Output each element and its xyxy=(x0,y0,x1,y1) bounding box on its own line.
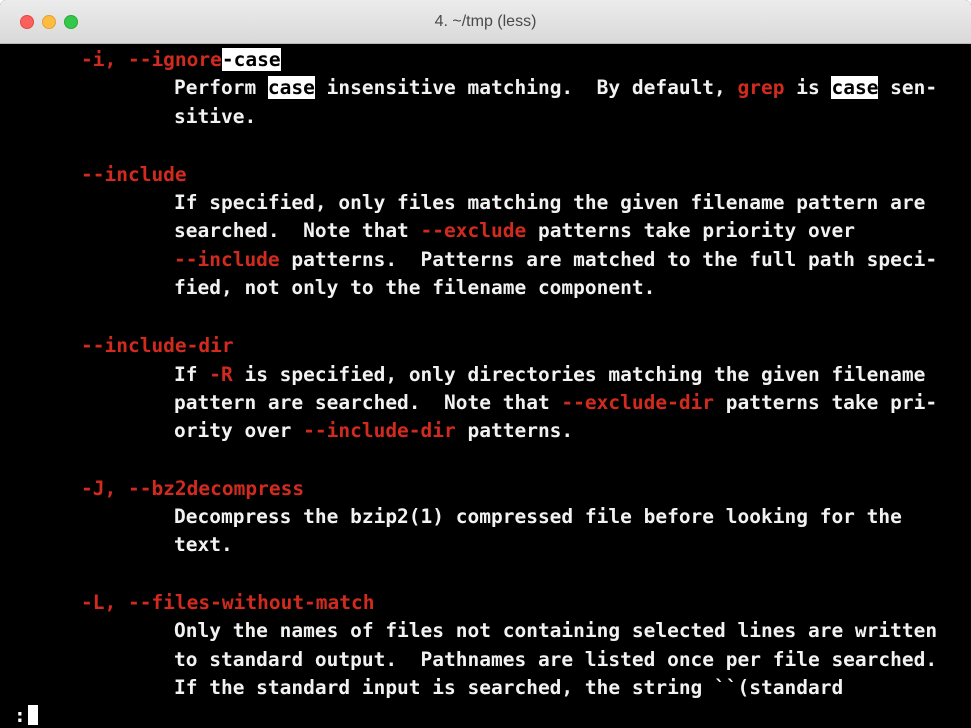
terminal-line: --include-dir xyxy=(81,332,234,360)
option-text: --exclude xyxy=(420,219,527,242)
line-text: Only the names of files not containing s… xyxy=(174,619,938,642)
line-text: If xyxy=(174,363,210,386)
option-text: --include xyxy=(174,248,280,271)
line-text: pattern are searched. Note that xyxy=(174,391,562,414)
terminal-line: Decompress the bzip2(1) compressed file … xyxy=(174,503,902,531)
line-text: patterns. xyxy=(455,419,574,442)
option-text: -L, --files-without-match xyxy=(81,591,375,614)
line-text: sen- xyxy=(878,76,938,99)
search-match: case xyxy=(267,76,315,99)
option-text: -i, --ignore xyxy=(81,48,222,71)
option-text: --include-dir xyxy=(303,419,456,442)
line-text: text. xyxy=(174,533,233,556)
terminal-line: --include xyxy=(81,161,187,189)
line-text: If the standard input is searched, the s… xyxy=(174,676,844,699)
option-text: --include xyxy=(81,163,187,186)
terminal-content[interactable]: : -i, --ignore-case Perform case insensit… xyxy=(0,44,971,728)
terminal-line: --include patterns. Patterns are matched… xyxy=(174,246,937,274)
title-bar[interactable]: 4. ~/tmp (less) xyxy=(0,0,971,44)
line-text: Perform xyxy=(174,76,268,99)
line-text: sitive. xyxy=(174,105,257,128)
less-prompt[interactable]: : xyxy=(14,702,38,728)
search-match: -case xyxy=(221,48,281,71)
terminal-line: text. xyxy=(174,531,233,559)
line-text: patterns. Patterns are matched to the fu… xyxy=(279,248,938,271)
line-text: patterns take priority over xyxy=(526,219,855,242)
line-text: searched. Note that xyxy=(174,219,421,242)
prompt-text: : xyxy=(14,704,26,727)
option-text: -J, --bz2decompress xyxy=(81,477,305,500)
terminal-line: to standard output. Pathnames are listed… xyxy=(174,646,937,674)
search-match: case xyxy=(831,76,879,99)
terminal-line: pattern are searched. Note that --exclud… xyxy=(174,389,937,417)
terminal-line: sitive. xyxy=(174,103,256,131)
line-text: patterns take pri- xyxy=(714,391,938,414)
terminal-line: Perform case insensitive matching. By de… xyxy=(174,74,937,102)
terminal-line: Only the names of files not containing s… xyxy=(174,617,937,645)
terminal-line: -L, --files-without-match xyxy=(81,589,375,617)
line-text: to standard output. Pathnames are listed… xyxy=(174,648,938,671)
terminal-line: If the standard input is searched, the s… xyxy=(174,674,843,702)
line-text: Decompress the bzip2(1) compressed file … xyxy=(174,505,902,528)
option-text: grep xyxy=(737,76,785,99)
line-text: insensitive matching. By default, xyxy=(314,76,738,99)
terminal-line: fied, not only to the filename component… xyxy=(174,274,655,302)
line-text: is xyxy=(784,76,832,99)
terminal-line: ority over --include-dir patterns. xyxy=(174,417,573,445)
line-text: If specified, only files matching the gi… xyxy=(174,191,926,214)
option-text: --exclude-dir xyxy=(561,391,715,414)
terminal-line: -i, --ignore-case xyxy=(81,46,281,74)
option-text: --include-dir xyxy=(81,334,234,357)
terminal-line: -J, --bz2decompress xyxy=(81,475,304,503)
option-text: -R xyxy=(209,363,233,386)
terminal-line: If specified, only files matching the gi… xyxy=(174,189,925,217)
text-cursor xyxy=(27,705,38,725)
line-text: fied, not only to the filename component… xyxy=(174,276,656,299)
terminal-window: 4. ~/tmp (less) : -i, --ignore-case Perfo… xyxy=(0,0,971,728)
terminal-line: searched. Note that --exclude patterns t… xyxy=(174,217,855,245)
terminal-line: If -R is specified, only directories mat… xyxy=(174,361,925,389)
window-title: 4. ~/tmp (less) xyxy=(434,13,537,30)
line-text: ority over xyxy=(174,419,304,442)
line-text: is specified, only directories matching … xyxy=(232,363,926,386)
